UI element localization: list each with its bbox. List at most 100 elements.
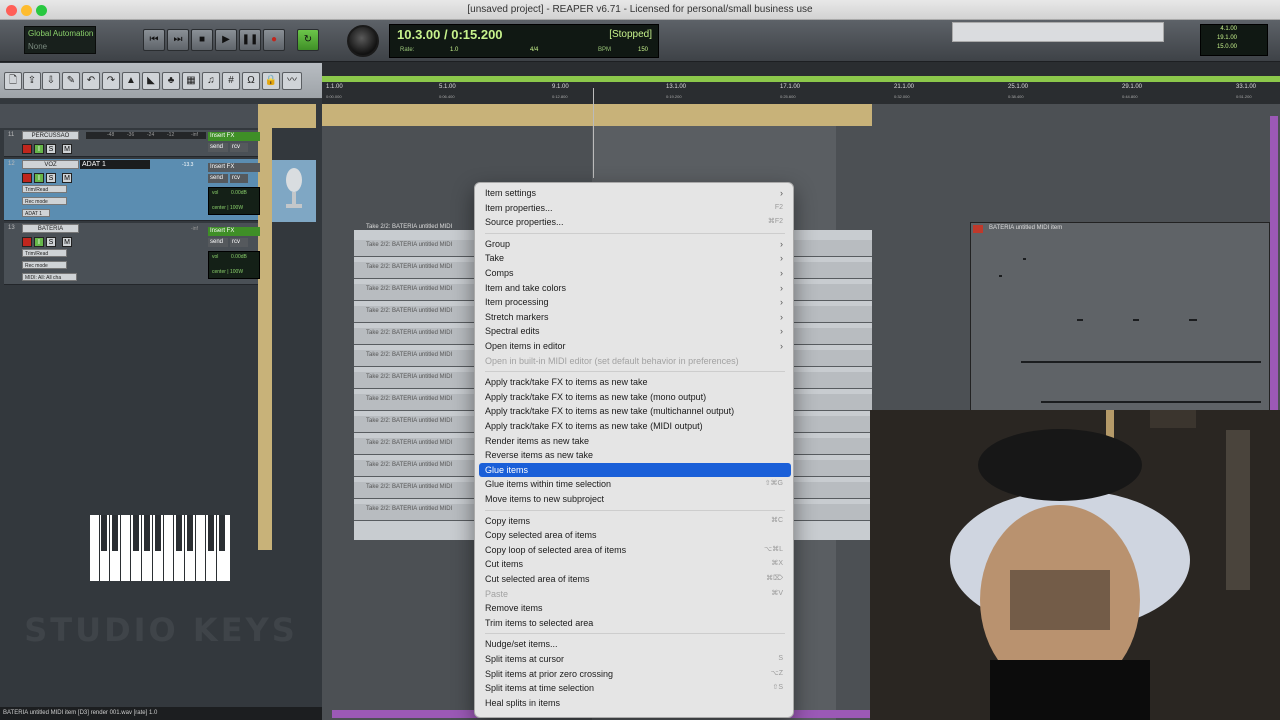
- timeline-ruler[interactable]: 1.1.00 5.1.00 9.1.00 13.1.00 17.1.00 21.…: [322, 62, 1280, 104]
- menu-item-heal-splits-in-items[interactable]: Heal splits in items: [479, 696, 791, 710]
- menu-item-copy-selected-area-of-items[interactable]: Copy selected area of items: [479, 528, 791, 542]
- track-name[interactable]: BATERIA: [22, 224, 79, 233]
- menu-item-comps[interactable]: Comps ›: [479, 266, 791, 280]
- volume-pan-display[interactable]: vol 0.00dB center | 100W: [208, 187, 260, 215]
- send-button[interactable]: send: [208, 174, 228, 183]
- menu-item-copy-items[interactable]: Copy items ⌘C: [479, 514, 791, 528]
- menu-item-open-items-in-editor[interactable]: Open items in editor ›: [479, 339, 791, 353]
- record-arm-button[interactable]: [22, 173, 32, 183]
- menu-item-cut-selected-area-of-items[interactable]: Cut selected area of items ⌘⌦: [479, 572, 791, 586]
- automation-mode[interactable]: Trim/Read: [22, 249, 67, 257]
- redo-icon[interactable]: ↷: [102, 72, 120, 90]
- auto-crossfade-icon[interactable]: Ω: [242, 72, 260, 90]
- repeat-toggle-button[interactable]: ↻: [297, 29, 319, 51]
- menu-item-apply-track-take-fx-to-items-as-new-take-mono-output[interactable]: Apply track/take FX to items as new take…: [479, 390, 791, 404]
- record-arm-button[interactable]: [22, 237, 32, 247]
- insert-fx-button[interactable]: Insert FX: [208, 132, 260, 141]
- mute-button[interactable]: M: [62, 237, 72, 247]
- menu-item-group[interactable]: Group ›: [479, 237, 791, 251]
- menu-item-apply-track-take-fx-to-items-as-new-take-midi-output[interactable]: Apply track/take FX to items as new take…: [479, 419, 791, 433]
- ripple-edit-icon[interactable]: ♫: [202, 72, 220, 90]
- menu-item-trim-items-to-selected-area[interactable]: Trim items to selected area: [479, 616, 791, 630]
- record-button[interactable]: ●: [263, 29, 285, 51]
- menu-item-nudge-set-items[interactable]: Nudge/set items...: [479, 637, 791, 651]
- vertical-scrollbar[interactable]: [1270, 116, 1278, 410]
- open-project-icon[interactable]: ⇪: [23, 72, 41, 90]
- receive-button[interactable]: rcv: [230, 238, 248, 247]
- undo-icon[interactable]: ↶: [82, 72, 100, 90]
- track-percussao[interactable]: 11 PERCUSSAO I S M -48 -36 -24 -12 -inf …: [4, 130, 260, 157]
- item-grouping-icon[interactable]: ♣: [162, 72, 180, 90]
- track-bateria[interactable]: 13 BATERIA I S M Trim/Read Rec mode MIDI…: [4, 223, 260, 285]
- metronome-icon[interactable]: ▲: [122, 72, 140, 90]
- send-button[interactable]: send: [208, 143, 228, 152]
- menu-item-glue-items[interactable]: Glue items: [479, 462, 791, 477]
- snap-icon[interactable]: ▦: [182, 72, 200, 90]
- solo-button[interactable]: S: [46, 173, 56, 183]
- input-selector[interactable]: ADAT 1: [22, 209, 50, 217]
- menu-item-source-properties[interactable]: Source properties... ⌘F2: [479, 215, 791, 229]
- menu-item-take[interactable]: Take ›: [479, 251, 791, 265]
- menu-item-remove-items[interactable]: Remove items: [479, 601, 791, 615]
- solo-button[interactable]: S: [46, 237, 56, 247]
- insert-fx-button[interactable]: Insert FX: [208, 227, 260, 236]
- menu-item-apply-track-take-fx-to-items-as-new-take[interactable]: Apply track/take FX to items as new take: [479, 375, 791, 389]
- item-context-menu[interactable]: Item settings › Item properties... F2 Source…: [474, 182, 794, 718]
- track-icon-microphone[interactable]: [272, 160, 316, 222]
- go-to-end-button[interactable]: ⏭: [167, 29, 189, 51]
- envelope-points-icon[interactable]: 〰: [282, 72, 302, 90]
- time-display[interactable]: 10.3.00 / 0:15.200 [Stopped] Rate: 1.0 4…: [389, 24, 659, 58]
- rate-value[interactable]: 1.0: [450, 47, 458, 53]
- menu-item-item-settings[interactable]: Item settings ›: [479, 186, 791, 200]
- bpm-value[interactable]: 150: [638, 47, 648, 53]
- new-project-icon[interactable]: 🗋: [4, 72, 22, 90]
- send-button[interactable]: send: [208, 238, 228, 247]
- track-voz[interactable]: 12 VOZ ADAT 1 I S M Trim/Read Rec mode A…: [4, 159, 260, 221]
- percussion-item[interactable]: [322, 104, 872, 126]
- play-button[interactable]: ▶: [215, 29, 237, 51]
- insert-fx-button[interactable]: Insert FX: [208, 163, 260, 172]
- track-name[interactable]: PERCUSSAO: [22, 131, 79, 140]
- selection-display[interactable]: 4.1.00 19.1.00 15.0.00: [1200, 24, 1268, 56]
- stop-button[interactable]: ■: [191, 29, 213, 51]
- menu-item-split-items-at-time-selection[interactable]: Split items at time selection ⇧S: [479, 681, 791, 695]
- track-resize-bar[interactable]: [258, 104, 272, 550]
- menu-item-cut-items[interactable]: Cut items ⌘X: [479, 557, 791, 571]
- menu-item-copy-loop-of-selected-area-of-items[interactable]: Copy loop of selected area of items ⌥⌘L: [479, 543, 791, 557]
- menu-item-glue-items-within-time-selection[interactable]: Glue items within time selection ⇧⌘G: [479, 477, 791, 491]
- save-project-icon[interactable]: ⇩: [42, 72, 60, 90]
- fx-button[interactable]: I: [34, 237, 44, 247]
- global-automation-selector[interactable]: Global Automation None: [24, 26, 96, 54]
- record-arm-button[interactable]: [22, 144, 32, 154]
- receive-button[interactable]: rcv: [230, 174, 248, 183]
- solo-button[interactable]: S: [46, 144, 56, 154]
- track-input-label[interactable]: ADAT 1: [80, 160, 150, 169]
- record-mode[interactable]: Rec mode: [22, 197, 67, 205]
- menu-item-apply-track-take-fx-to-items-as-new-take-multichannel-output[interactable]: Apply track/take FX to items as new take…: [479, 404, 791, 418]
- automation-mode[interactable]: Trim/Read: [22, 185, 67, 193]
- menu-item-item-properties[interactable]: Item properties... F2: [479, 201, 791, 215]
- menu-item-split-items-at-prior-zero-crossing[interactable]: Split items at prior zero crossing ⌥Z: [479, 667, 791, 681]
- project-settings-icon[interactable]: ✎: [62, 72, 80, 90]
- input-selector[interactable]: MIDI: All: All cha: [22, 273, 77, 281]
- volume-pan-display[interactable]: vol 0.00dB center | 100W: [208, 251, 260, 279]
- menu-item-stretch-markers[interactable]: Stretch markers ›: [479, 310, 791, 324]
- fx-button[interactable]: I: [34, 144, 44, 154]
- mute-button[interactable]: M: [62, 144, 72, 154]
- trim-behind-icon[interactable]: ◣: [142, 72, 160, 90]
- menu-item-move-items-to-new-subproject[interactable]: Move items to new subproject: [479, 492, 791, 506]
- menu-item-spectral-edits[interactable]: Spectral edits ›: [479, 324, 791, 338]
- grid-icon[interactable]: #: [222, 72, 240, 90]
- record-mode[interactable]: Rec mode: [22, 261, 67, 269]
- time-signature[interactable]: 4/4: [530, 47, 538, 53]
- menu-item-split-items-at-cursor[interactable]: Split items at cursor S: [479, 652, 791, 666]
- mute-button[interactable]: M: [62, 173, 72, 183]
- fx-button[interactable]: I: [34, 173, 44, 183]
- pause-button[interactable]: ❚❚: [239, 29, 261, 51]
- master-track[interactable]: [0, 104, 258, 128]
- lock-icon[interactable]: 🔒: [262, 72, 280, 90]
- go-to-start-button[interactable]: ⏮: [143, 29, 165, 51]
- menu-item-item-processing[interactable]: Item processing ›: [479, 295, 791, 309]
- bateria-midi-item[interactable]: BATERIA untitled MIDI item: [970, 222, 1270, 412]
- master-volume-knob[interactable]: [347, 25, 379, 57]
